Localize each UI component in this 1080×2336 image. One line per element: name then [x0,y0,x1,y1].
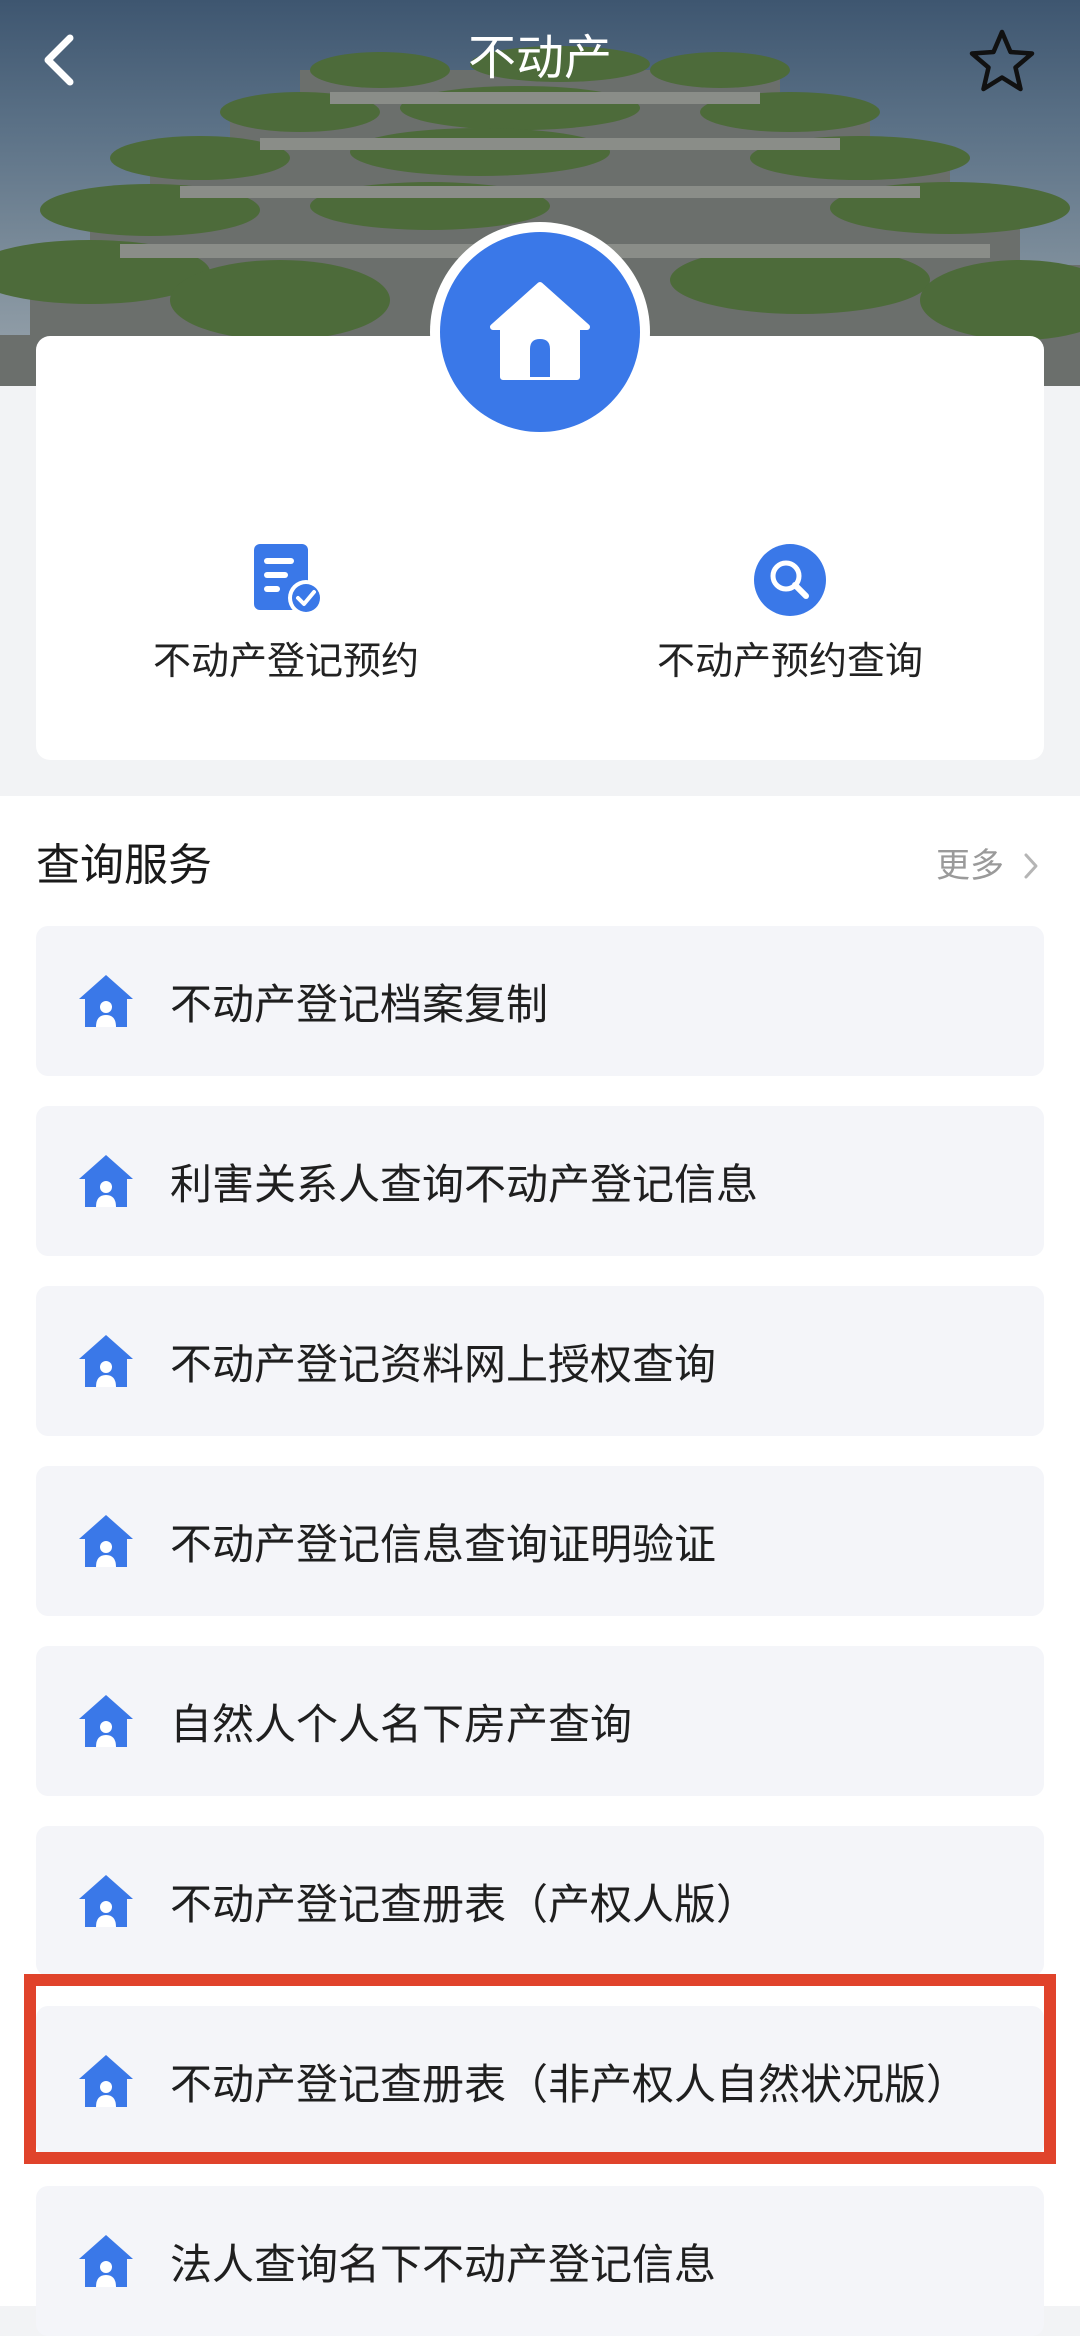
service-label: 不动产登记查册表（非产权人自然状况版） [170,2059,969,2109]
house-person-icon [76,1331,136,1391]
service-label: 利害关系人查询不动产登记信息 [170,1159,759,1209]
service-item[interactable]: 不动产登记档案复制 [36,926,1044,1076]
house-icon [490,282,590,380]
service-label: 不动产登记查册表（产权人版） [170,1879,759,1929]
favorite-button[interactable] [962,22,1042,102]
service-label: 不动产登记信息查询证明验证 [170,1519,717,1569]
service-label: 自然人个人名下房产查询 [170,1699,633,1749]
service-label: 不动产登记档案复制 [170,979,549,1029]
search-icon [750,540,830,620]
house-person-icon [76,971,136,1031]
chevron-right-icon [1024,853,1038,879]
quick-action-appointment[interactable]: 不动产登记预约 [86,540,486,686]
more-label: 更多 [936,846,1004,886]
section-title: 查询服务 [36,840,212,891]
house-person-icon [76,2051,136,2111]
house-person-icon [76,1871,136,1931]
house-person-icon [76,2231,136,2291]
service-item[interactable]: 不动产登记信息查询证明验证 [36,1466,1044,1616]
document-check-icon [246,540,326,620]
house-person-icon [76,1691,136,1751]
quick-action-label: 不动产登记预约 [152,639,419,683]
service-item-highlighted[interactable]: 不动产登记查册表（非产权人自然状况版） [36,2006,1044,2156]
star-icon [969,29,1035,92]
service-item[interactable]: 自然人个人名下房产查询 [36,1646,1044,1796]
property-logo [430,222,650,442]
service-item[interactable]: 不动产登记查册表（产权人版） [36,1826,1044,1976]
service-item[interactable]: 利害关系人查询不动产登记信息 [36,1106,1044,1256]
service-label: 不动产登记资料网上授权查询 [170,1339,717,1389]
service-label: 法人查询名下不动产登记信息 [170,2239,717,2289]
quick-action-query[interactable]: 不动产预约查询 [590,540,990,686]
house-person-icon [76,1151,136,1211]
more-link[interactable]: 更多 [936,840,1040,892]
service-item[interactable]: 法人查询名下不动产登记信息 [36,2186,1044,2336]
page-title: 不动产 [467,30,612,86]
service-item[interactable]: 不动产登记资料网上授权查询 [36,1286,1044,1436]
quick-action-label: 不动产预约查询 [656,639,923,683]
house-person-icon [76,1511,136,1571]
